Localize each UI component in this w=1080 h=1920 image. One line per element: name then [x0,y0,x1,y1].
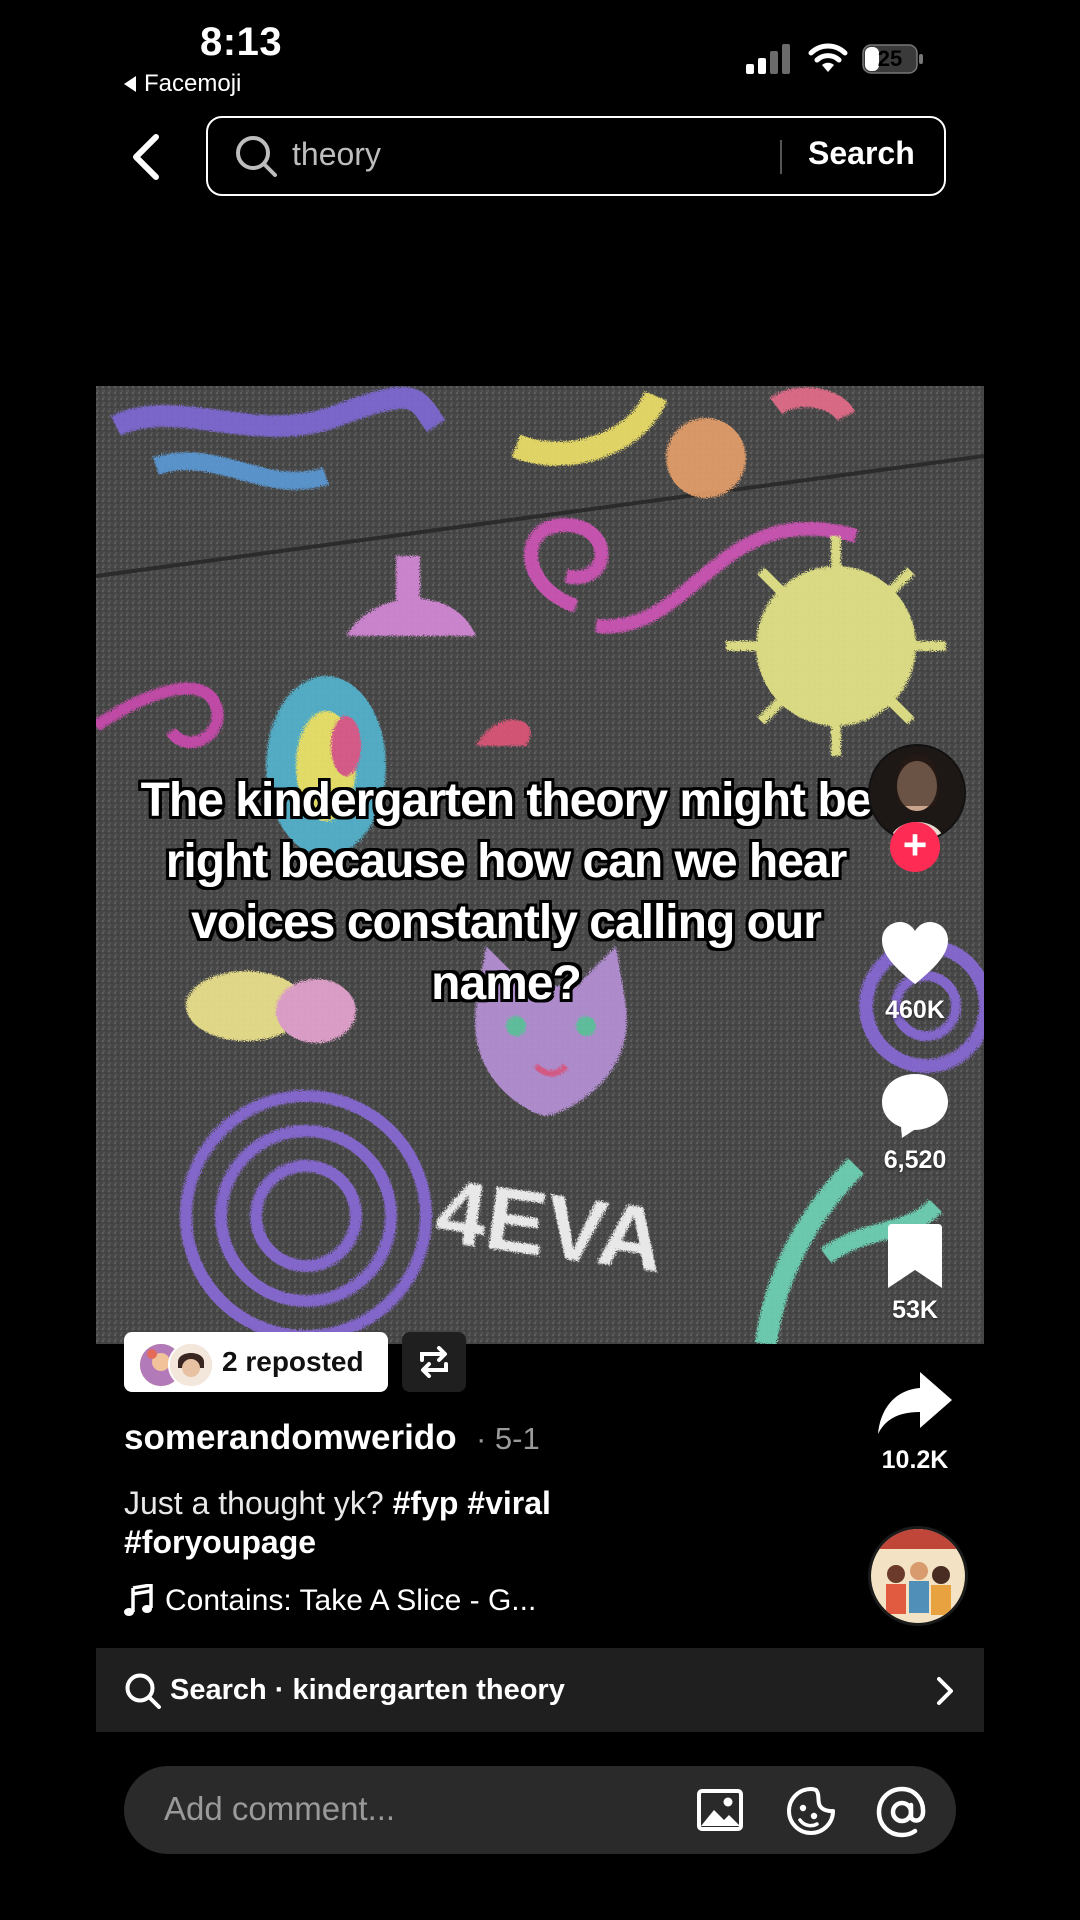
share-icon[interactable] [876,1370,954,1436]
search-query-text[interactable]: theory [292,136,381,173]
chevron-right-icon[interactable] [934,1676,956,1706]
search-icon [236,136,277,177]
music-label[interactable]: Contains: Take A Slice - G... [165,1584,536,1618]
search-icon [125,1673,161,1709]
mention-icon[interactable] [876,1786,928,1838]
repost-button[interactable] [402,1332,466,1392]
emoji-icon[interactable] [786,1786,836,1836]
image-icon[interactable] [696,1786,744,1834]
status-time: 8:13 [200,20,283,64]
battery-level: 25 [877,46,903,71]
search-submit-button[interactable]: Search [808,135,915,172]
like-count: 460K [885,996,945,1024]
repost-icon [420,1346,448,1378]
save-count: 53K [892,1296,938,1324]
comment-placeholder[interactable]: Add comment... [164,1790,395,1828]
back-to-app-link[interactable]: Facemoji [124,70,241,98]
hashtag[interactable]: #viral [467,1485,551,1521]
post-date: · 5-1 [476,1421,540,1456]
back-arrow-icon[interactable] [126,132,166,182]
follow-button[interactable]: + [890,822,940,872]
share-count: 10.2K [881,1446,949,1474]
search-divider [780,140,782,174]
comment-count: 6,520 [883,1146,947,1174]
avatar [168,1342,214,1388]
wifi-icon [808,43,848,72]
description-text: Just a thought yk? [124,1485,384,1521]
repost-label: 2 reposted [222,1346,364,1377]
sound-disc[interactable] [868,1526,968,1626]
search-suggestion-text[interactable]: Search · kindergarten theory [170,1674,565,1707]
video-player[interactable]: 4EVA The kindergarten theory might be ri… [96,386,984,1344]
heart-icon[interactable] [880,920,950,990]
video-caption: The kindergarten theory might be right b… [140,774,873,1010]
back-app-label: Facemoji [144,70,242,97]
music-note-icon [124,1584,153,1616]
hashtag[interactable]: #foryoupage [124,1524,316,1560]
plus-icon: + [902,821,928,868]
back-triangle-icon [124,76,136,92]
hashtag[interactable]: #fyp [393,1485,459,1521]
comment-icon[interactable] [880,1070,950,1140]
post-description[interactable]: Just a thought yk? #fyp #viral #foryoupa… [124,1484,724,1562]
repost-chip[interactable]: 2 reposted [124,1332,388,1392]
signal-icon [746,44,790,74]
bookmark-icon[interactable] [886,1222,944,1292]
repost-avatars [132,1338,214,1388]
battery-icon: 25 [862,44,924,74]
post-username[interactable]: somerandomwerido [124,1418,457,1458]
